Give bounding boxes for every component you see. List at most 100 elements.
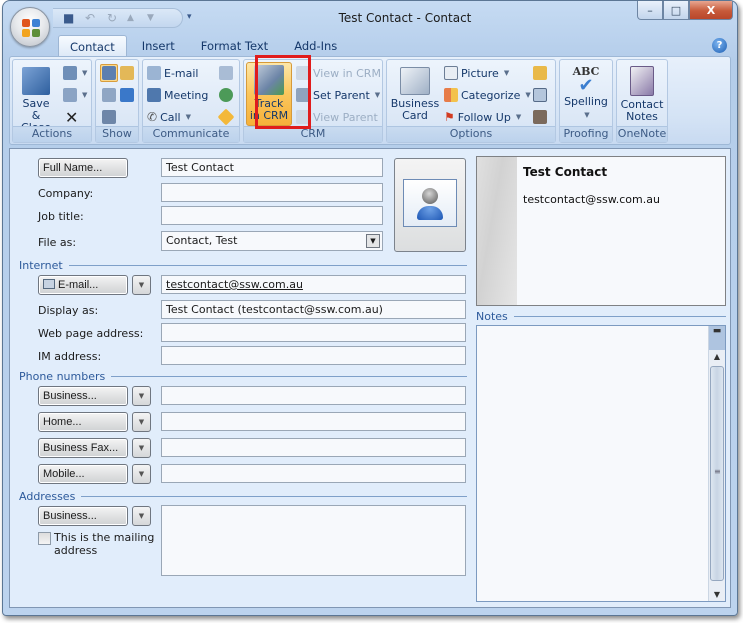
phone-input-business-fax[interactable]: [161, 438, 466, 457]
flag-icon: ⚑: [444, 110, 455, 124]
job-title-input[interactable]: [161, 206, 383, 225]
web-page-button[interactable]: [219, 86, 233, 104]
company-input[interactable]: [161, 183, 383, 202]
lock-icon: [533, 66, 547, 80]
card-name: Test Contact: [523, 165, 608, 179]
card-email: testcontact@ssw.com.au: [523, 193, 660, 206]
call-button[interactable]: ✆ Call ▼: [147, 108, 191, 126]
email-type-button[interactable]: E-mail...: [38, 275, 128, 295]
address-book-button[interactable]: [533, 86, 547, 104]
meeting-button[interactable]: Meeting: [147, 86, 208, 104]
details-button[interactable]: [102, 86, 116, 104]
group-label-crm: CRM: [244, 126, 382, 142]
previous-item-icon[interactable]: ▲: [127, 13, 134, 23]
email-button[interactable]: E-mail: [147, 64, 199, 82]
group-label-actions: Actions: [13, 126, 91, 142]
phone-dropdown-mobile[interactable]: ▼: [132, 464, 151, 484]
display-as-input[interactable]: Test Contact (testcontact@ssw.com.au): [161, 300, 466, 319]
view-parent-button[interactable]: View Parent: [296, 108, 378, 126]
close-button[interactable]: X: [689, 1, 733, 20]
save-close-button[interactable]: Save & Close: [19, 63, 53, 134]
phone-type-button-business[interactable]: Business...: [38, 386, 128, 406]
tab-insert[interactable]: Insert: [131, 35, 186, 57]
map-button[interactable]: [217, 108, 235, 126]
spelling-button[interactable]: ABC ✔ Spelling ▼: [560, 63, 612, 121]
phone-type-button-mobile[interactable]: Mobile...: [38, 464, 128, 484]
contact-picture-button[interactable]: [394, 158, 466, 252]
customize-qat-icon[interactable]: ▾: [187, 12, 192, 22]
activities-button[interactable]: [102, 108, 116, 126]
card-background-image: [477, 157, 517, 305]
onenote-icon: [630, 66, 654, 96]
tab-format-text[interactable]: Format Text: [190, 35, 279, 57]
set-parent-button[interactable]: Set Parent ▼: [296, 86, 380, 104]
business-card-button[interactable]: Business Card: [389, 63, 441, 122]
group-actions: Save & Close ▼ ▼ ✕ Actions: [12, 59, 92, 143]
phone-input-business[interactable]: [161, 386, 466, 405]
office-button[interactable]: [10, 7, 50, 47]
full-name-input[interactable]: Test Contact: [161, 158, 383, 177]
meeting-icon: [147, 88, 161, 102]
save-new-button[interactable]: ▼: [63, 64, 87, 82]
minimize-button[interactable]: –: [637, 1, 663, 20]
collapse-notes-icon[interactable]: ▬: [709, 326, 725, 350]
contact-form: Full Name... Test Contact Company: Job t…: [9, 148, 731, 608]
phone-input-mobile[interactable]: [161, 464, 466, 483]
redo-icon[interactable]: ↻: [107, 11, 117, 25]
phone-input-home[interactable]: [161, 412, 466, 431]
scroll-down-icon[interactable]: ▼: [709, 590, 725, 599]
maximize-button[interactable]: □: [663, 1, 689, 20]
address-textarea[interactable]: [161, 505, 466, 576]
email-dropdown-button[interactable]: ▼: [132, 275, 151, 295]
notes-section: Notes: [476, 310, 726, 323]
assign-task-button[interactable]: [219, 64, 233, 82]
general-view-button[interactable]: [100, 64, 118, 82]
email-icon: [147, 66, 161, 80]
next-item-icon[interactable]: ▼: [147, 13, 154, 23]
email-input[interactable]: testcontact@ssw.com.au: [161, 275, 466, 294]
notes-scrollbar[interactable]: ▬ ▲ ≡ ▼: [708, 326, 725, 601]
forward-button[interactable]: ▼: [63, 86, 87, 104]
mailing-address-checkbox[interactable]: [38, 532, 51, 545]
group-label-proofing: Proofing: [560, 126, 612, 142]
phone-type-button-business-fax[interactable]: Business Fax...: [38, 438, 128, 458]
check-names-button[interactable]: [533, 108, 547, 126]
group-label-options: Options: [387, 126, 555, 142]
view-in-crm-button[interactable]: View in CRM: [296, 64, 381, 82]
phone-dropdown-business-fax[interactable]: ▼: [132, 438, 151, 458]
phone-type-button-home[interactable]: Home...: [38, 412, 128, 432]
file-as-select[interactable]: Contact, Test ▼: [161, 231, 383, 251]
certificates-button[interactable]: [120, 64, 134, 82]
follow-up-button[interactable]: ⚑ Follow Up ▼: [444, 108, 521, 126]
help-icon[interactable]: ?: [712, 38, 727, 53]
web-page-input[interactable]: [161, 323, 466, 342]
contact-card-icon: [102, 66, 116, 80]
job-title-label: Job title:: [38, 210, 84, 223]
business-card-preview[interactable]: Test Contact testcontact@ssw.com.au: [476, 156, 726, 306]
chevron-down-icon[interactable]: ▼: [366, 234, 380, 248]
phone-dropdown-business[interactable]: ▼: [132, 386, 151, 406]
address-type-button[interactable]: Business...: [38, 506, 128, 526]
undo-icon[interactable]: ↶: [85, 11, 95, 25]
address-dropdown-button[interactable]: ▼: [132, 506, 151, 526]
save-icon[interactable]: ■: [63, 11, 74, 25]
delete-button[interactable]: ✕: [65, 108, 78, 127]
private-button[interactable]: [533, 64, 547, 82]
scroll-up-icon[interactable]: ▲: [709, 352, 725, 361]
track-in-crm-button[interactable]: Track in CRM: [246, 62, 292, 126]
notes-textarea[interactable]: ▬ ▲ ≡ ▼: [476, 325, 726, 602]
scroll-thumb[interactable]: ≡: [710, 366, 724, 581]
all-fields-button[interactable]: [120, 86, 134, 104]
group-label-communicate: Communicate: [143, 126, 239, 142]
tab-add-ins[interactable]: Add-Ins: [283, 35, 348, 57]
phone-dropdown-home[interactable]: ▼: [132, 412, 151, 432]
web-icon: [219, 88, 233, 102]
picture-icon: [444, 66, 458, 80]
full-name-button[interactable]: Full Name...: [38, 158, 128, 178]
im-address-input[interactable]: [161, 346, 466, 365]
categorize-button[interactable]: Categorize ▼: [444, 86, 531, 104]
picture-button[interactable]: Picture ▼: [444, 64, 509, 82]
certificate-icon: [120, 66, 134, 80]
contact-notes-button[interactable]: Contact Notes: [617, 63, 667, 123]
tab-contact[interactable]: Contact: [58, 35, 127, 57]
